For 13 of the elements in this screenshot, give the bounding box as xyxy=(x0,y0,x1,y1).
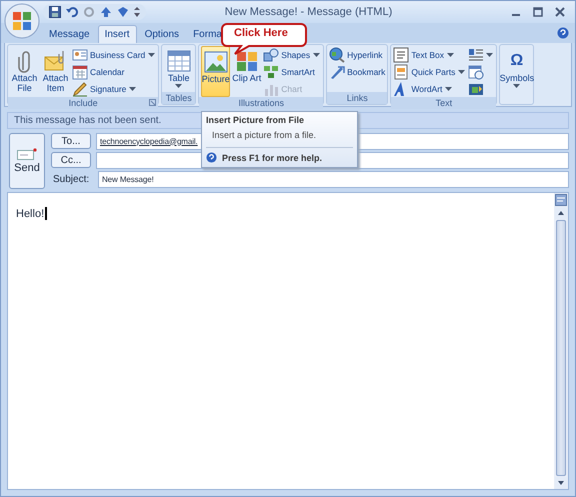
help-text: Press F1 for more help. xyxy=(222,152,322,162)
tooltip-title: Insert Picture from File xyxy=(206,115,306,125)
group-label: Tables xyxy=(166,92,192,104)
callout-text: Click Here xyxy=(234,27,288,39)
tooltip-text: Insert a picture from a file. xyxy=(211,129,318,140)
group-label: Text xyxy=(436,97,452,109)
group-label: Links xyxy=(346,92,368,104)
body-text: Hello! xyxy=(16,208,44,220)
field-label: Subject: xyxy=(52,174,90,184)
omega-symbol: Ω xyxy=(510,51,524,71)
group-label: Illustrations xyxy=(238,97,284,109)
window-title: New Message! - Message (HTML) xyxy=(224,6,394,18)
group-label: Include xyxy=(68,97,98,109)
